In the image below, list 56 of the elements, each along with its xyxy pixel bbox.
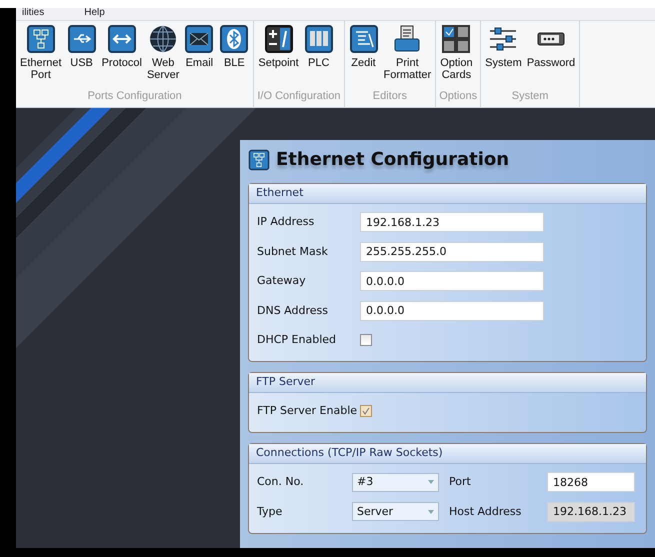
envelope-icon <box>184 24 214 54</box>
globe-icon <box>148 24 178 54</box>
field-label: FTP Server Enable <box>257 403 358 419</box>
caret-icon <box>428 480 434 484</box>
ribbon-button[interactable]: Zedit <box>348 24 380 88</box>
ribbon-group-label: Ports Configuration <box>86 88 183 104</box>
usb-icon <box>66 24 97 54</box>
panel-title: Ethernet Configuration <box>276 148 510 172</box>
ribbon-button[interactable]: Setpoint <box>257 24 300 88</box>
checkbox[interactable] <box>360 334 372 346</box>
module-rack-icon <box>304 24 334 54</box>
printer-icon <box>392 24 422 54</box>
field-label: Host Address <box>449 504 522 520</box>
group-title: Ethernet <box>249 184 646 204</box>
group-title: FTP Server <box>249 373 646 392</box>
field-label: Con. No. <box>257 474 305 490</box>
text-field: 192.168.1.23 <box>547 502 635 522</box>
network-icon <box>26 24 56 54</box>
ribbon-button[interactable]: Print Formatter <box>382 24 432 88</box>
menu-item[interactable]: ilities <box>22 8 44 20</box>
ribbon-button[interactable]: Ethernet Port <box>19 24 63 88</box>
text-field[interactable]: 0.0.0.0 <box>360 300 544 321</box>
ribbon-group-label: Options <box>439 88 478 104</box>
field-label: Port <box>449 474 472 490</box>
network-icon <box>248 148 270 170</box>
ribbon-group-label: I/O Configuration <box>257 88 341 104</box>
text-field[interactable]: 0.0.0.0 <box>360 271 544 292</box>
field-label: Gateway <box>257 273 307 289</box>
ribbon-button[interactable]: System <box>484 24 523 88</box>
field-label: DHCP Enabled <box>257 332 338 348</box>
ribbon-group-label: System <box>510 88 550 104</box>
group-title: Connections (TCP/IP Raw Sockets) <box>249 444 646 464</box>
text-field[interactable]: 192.168.1.23 <box>360 212 544 232</box>
plus-minus-icon <box>264 24 294 54</box>
caret-icon <box>428 510 434 514</box>
ribbon-button[interactable]: BLE <box>218 24 250 88</box>
field-label: Subnet Mask <box>257 244 329 260</box>
menu-item[interactable]: Help <box>84 8 105 20</box>
field-label: Type <box>257 504 284 520</box>
ribbon-button[interactable]: Web Server <box>146 24 180 88</box>
bluetooth-icon <box>219 24 250 54</box>
dropdown[interactable]: #3 <box>352 472 439 492</box>
text-field[interactable]: 255.255.255.0 <box>360 242 544 262</box>
ribbon-button[interactable]: USB <box>66 24 98 88</box>
field-label: DNS Address <box>257 302 329 318</box>
field-label: IP Address <box>257 214 316 230</box>
ribbon-button[interactable]: Option Cards <box>439 24 474 88</box>
ribbon-button[interactable]: Email <box>183 24 216 88</box>
text-field[interactable]: 18268 <box>547 472 635 492</box>
ribbon-button[interactable]: PLC <box>302 24 335 88</box>
ribbon-button[interactable]: Protocol <box>100 24 143 88</box>
ribbon-button[interactable]: Password <box>526 24 576 88</box>
option-grid-icon <box>441 24 472 54</box>
text-editor-icon <box>348 24 379 54</box>
ribbon-group-label: Editors <box>372 88 408 104</box>
checkbox[interactable] <box>360 405 372 418</box>
